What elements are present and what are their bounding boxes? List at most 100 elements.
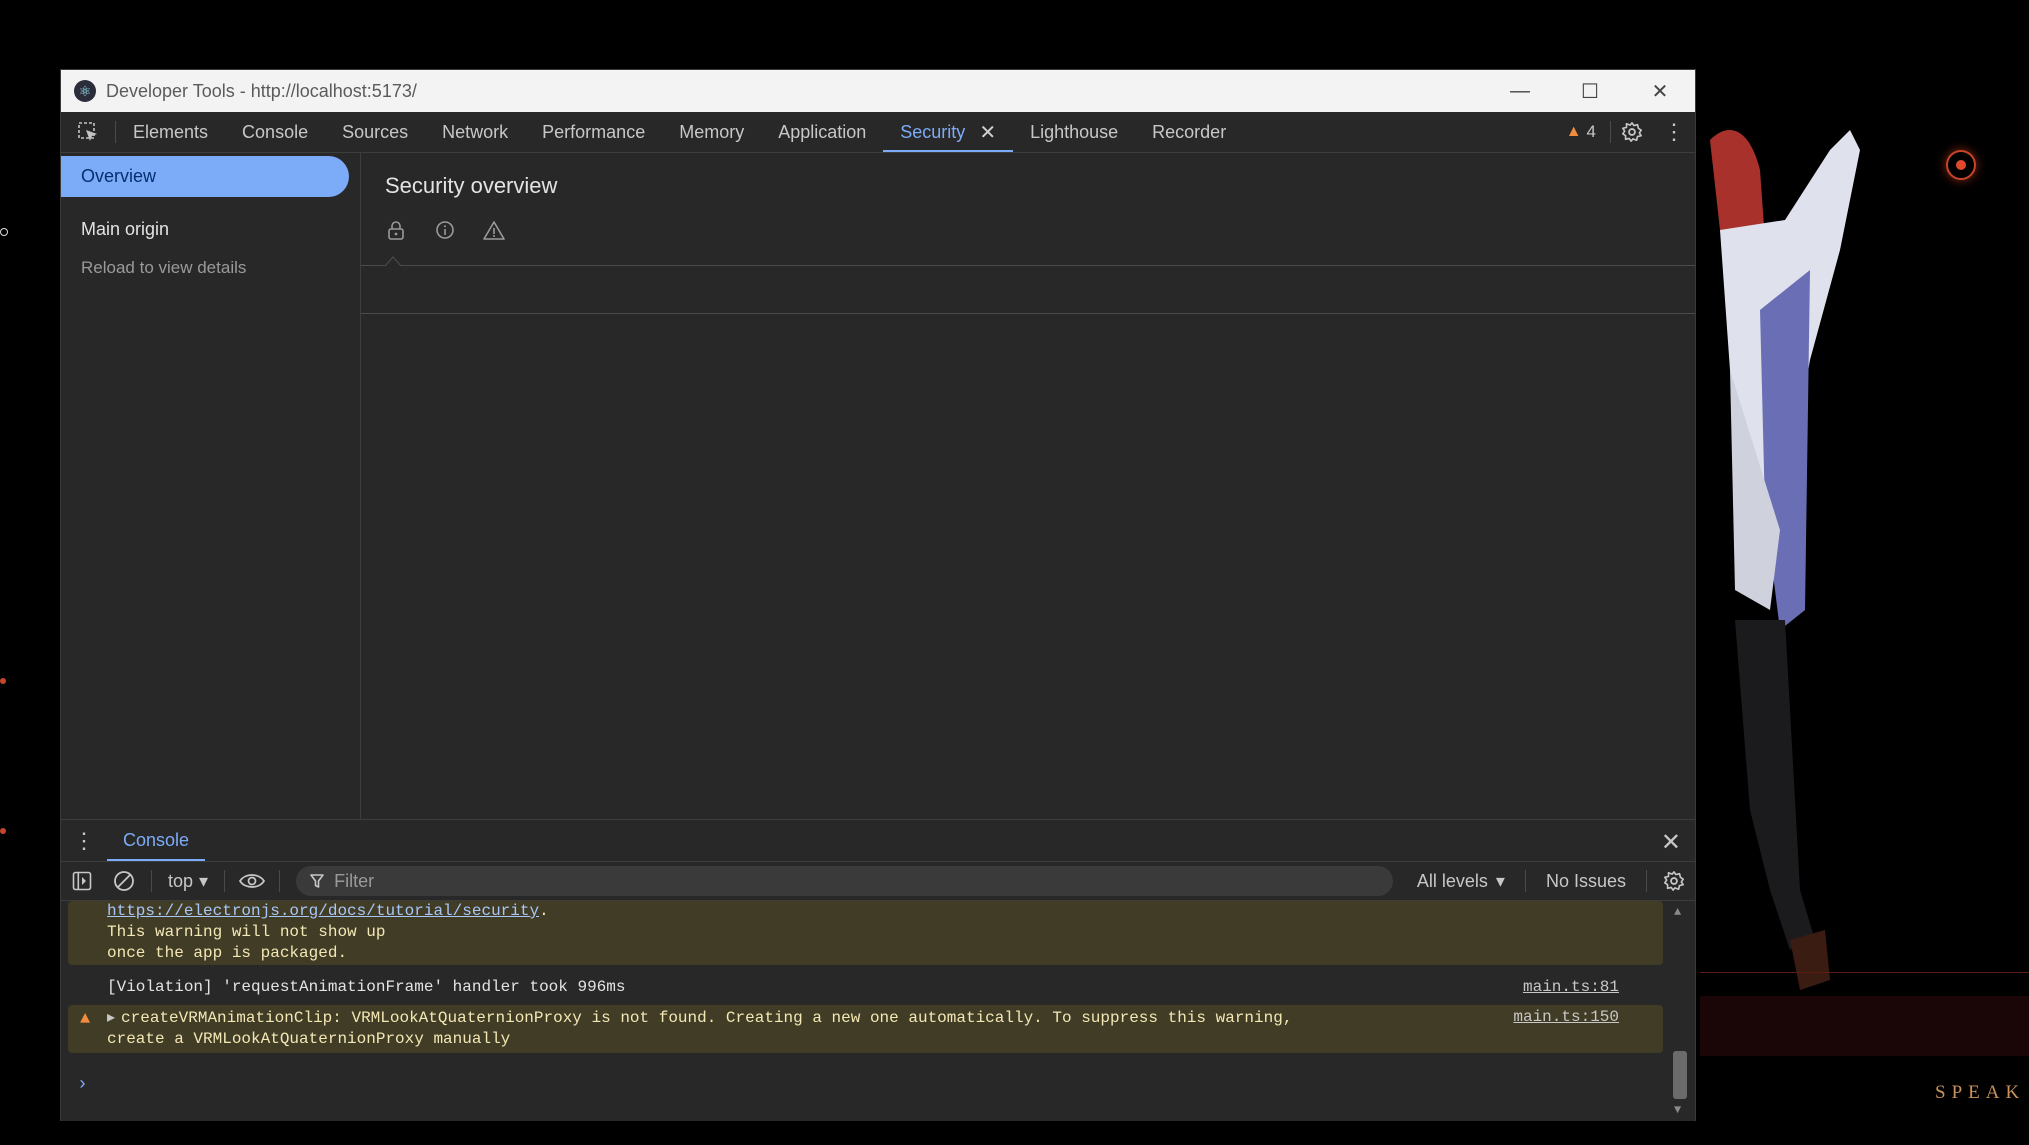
divider xyxy=(151,870,152,892)
tab-recorder[interactable]: Recorder xyxy=(1135,112,1243,152)
security-panel: Overview Main origin Reload to view deta… xyxy=(61,153,1695,819)
close-tab-icon[interactable]: ✕ xyxy=(979,120,996,145)
more-options-button[interactable]: ⋮ xyxy=(1653,112,1695,152)
settings-button[interactable] xyxy=(1611,112,1653,152)
log-levels-value: All levels xyxy=(1416,870,1488,891)
character-figure xyxy=(1710,130,1860,990)
info-icon xyxy=(434,219,456,241)
warning-icon: ▲ xyxy=(1565,123,1582,140)
speak-button[interactable]: SPEAK xyxy=(1935,1082,2025,1104)
lock-icon xyxy=(385,219,407,241)
warning-icon xyxy=(483,219,505,241)
background-app xyxy=(1690,110,2029,1140)
reload-hint: Reload to view details xyxy=(81,258,247,277)
security-sidebar: Overview Main origin Reload to view deta… xyxy=(61,153,361,819)
console-toolbar: top ▾ Filter All levels ▾ No Issues xyxy=(61,862,1695,901)
tab-security-label: Security xyxy=(900,121,966,142)
message-text: [Violation] 'requestAnimationFrame' hand… xyxy=(107,978,626,996)
tab-console[interactable]: Console xyxy=(225,112,325,152)
filter-placeholder: Filter xyxy=(334,870,375,891)
input-panel xyxy=(1700,996,2029,1056)
console-messages: https://electronjs.org/docs/tutorial/sec… xyxy=(61,901,1695,1121)
inspect-element-button[interactable] xyxy=(61,121,115,143)
tab-performance[interactable]: Performance xyxy=(525,112,662,152)
source-link[interactable]: main.ts:81 xyxy=(1523,978,1619,996)
message-text: createVRMAnimationClip: VRMLookAtQuatern… xyxy=(121,1009,1293,1027)
scroll-down-icon[interactable]: ▼ xyxy=(1674,1103,1681,1117)
sidebar-heading-main-origin: Main origin xyxy=(81,219,170,239)
kebab-icon: ⋮ xyxy=(1663,119,1685,144)
eye-icon xyxy=(239,874,266,888)
divider xyxy=(1646,870,1647,892)
message-line: once the app is packaged. xyxy=(107,944,348,962)
scroll-thumb[interactable] xyxy=(1673,1051,1687,1099)
console-message-warning: ▲ ▸ createVRMAnimationClip: VRMLookAtQuat… xyxy=(68,1005,1663,1053)
divider xyxy=(224,870,226,892)
title-bar: ⚛ Developer Tools - http://localhost:517… xyxy=(61,70,1695,112)
inspect-icon xyxy=(78,122,97,141)
close-window-button[interactable]: ✕ xyxy=(1625,70,1695,112)
scroll-up-icon[interactable]: ▲ xyxy=(1674,905,1681,919)
console-prompt-icon[interactable]: › xyxy=(77,1075,88,1095)
sidebar-icon xyxy=(72,871,92,891)
warning-icon: ▲ xyxy=(80,1010,91,1029)
security-overview: Security overview xyxy=(361,153,1695,819)
page-title: Security overview xyxy=(385,173,558,198)
minimize-button[interactable]: — xyxy=(1485,70,1555,112)
dropdown-arrow-icon: ▾ xyxy=(199,870,209,891)
edge-dot-icon xyxy=(0,678,6,684)
console-scrollbar[interactable]: ▲ ▼ xyxy=(1671,901,1689,1121)
live-expression-button[interactable] xyxy=(231,862,273,900)
caret-up-icon xyxy=(385,256,401,266)
panel-tabbar: Elements Console Sources Network Perform… xyxy=(61,112,1695,153)
divider xyxy=(279,870,281,892)
dropdown-arrow-icon: ▾ xyxy=(1495,870,1505,891)
console-message-violation: [Violation] 'requestAnimationFrame' hand… xyxy=(68,973,1663,1001)
drawer-tab-console[interactable]: Console xyxy=(107,820,206,861)
filter-input[interactable]: Filter xyxy=(296,866,1393,896)
tab-application[interactable]: Application xyxy=(761,112,883,152)
issues-count: 4 xyxy=(1586,122,1596,141)
context-value: top xyxy=(168,870,194,891)
divider xyxy=(361,265,1695,266)
window-title: Developer Tools - http://localhost:5173/ xyxy=(106,80,417,101)
tab-elements[interactable]: Elements xyxy=(116,112,225,152)
clear-console-button[interactable] xyxy=(103,862,145,900)
tab-sources[interactable]: Sources xyxy=(325,112,425,152)
divider xyxy=(361,313,1695,314)
toggle-sidebar-button[interactable] xyxy=(61,862,103,900)
target-icon xyxy=(1946,150,1976,180)
devtools-window: ⚛ Developer Tools - http://localhost:517… xyxy=(60,69,1696,1121)
edge-dot-icon xyxy=(0,228,8,236)
console-drawer: ⋮ Console ✕ top ▾ Filter All levels ▾ No… xyxy=(61,819,1695,1121)
electron-icon: ⚛ xyxy=(74,80,96,102)
maximize-button[interactable]: ☐ xyxy=(1555,70,1625,112)
gear-icon xyxy=(1664,871,1684,891)
tab-memory[interactable]: Memory xyxy=(662,112,761,152)
close-drawer-button[interactable]: ✕ xyxy=(1661,828,1681,857)
link-suffix: . xyxy=(539,902,549,920)
context-select[interactable]: top ▾ xyxy=(158,871,218,892)
block-icon xyxy=(114,871,134,891)
security-doc-link[interactable]: https://electronjs.org/docs/tutorial/sec… xyxy=(107,902,539,920)
divider xyxy=(1524,870,1526,892)
divider xyxy=(1700,972,2029,973)
console-settings-button[interactable] xyxy=(1653,862,1695,900)
tab-network[interactable]: Network xyxy=(425,112,525,152)
filter-icon xyxy=(310,874,324,888)
log-levels-select[interactable]: All levels ▾ xyxy=(1403,871,1519,892)
message-line: create a VRMLookAtQuaternionProxy manual… xyxy=(107,1030,511,1048)
expand-triangle-icon[interactable]: ▸ xyxy=(107,1009,115,1027)
sidebar-item-overview[interactable]: Overview xyxy=(61,156,349,197)
message-line: This warning will not show up xyxy=(107,923,386,941)
kebab-icon: ⋮ xyxy=(73,827,95,853)
tab-security[interactable]: Security ✕ xyxy=(883,112,1013,152)
issues-button[interactable]: No Issues xyxy=(1532,871,1640,892)
issues-badge[interactable]: ▲ 4 xyxy=(1552,122,1610,142)
source-link[interactable]: main.ts:150 xyxy=(1513,1008,1619,1026)
tab-lighthouse[interactable]: Lighthouse xyxy=(1013,112,1135,152)
edge-dot-icon xyxy=(0,828,6,834)
gear-icon xyxy=(1622,122,1642,142)
console-message-warning: https://electronjs.org/docs/tutorial/sec… xyxy=(68,901,1663,965)
drawer-menu-button[interactable]: ⋮ xyxy=(61,828,107,854)
